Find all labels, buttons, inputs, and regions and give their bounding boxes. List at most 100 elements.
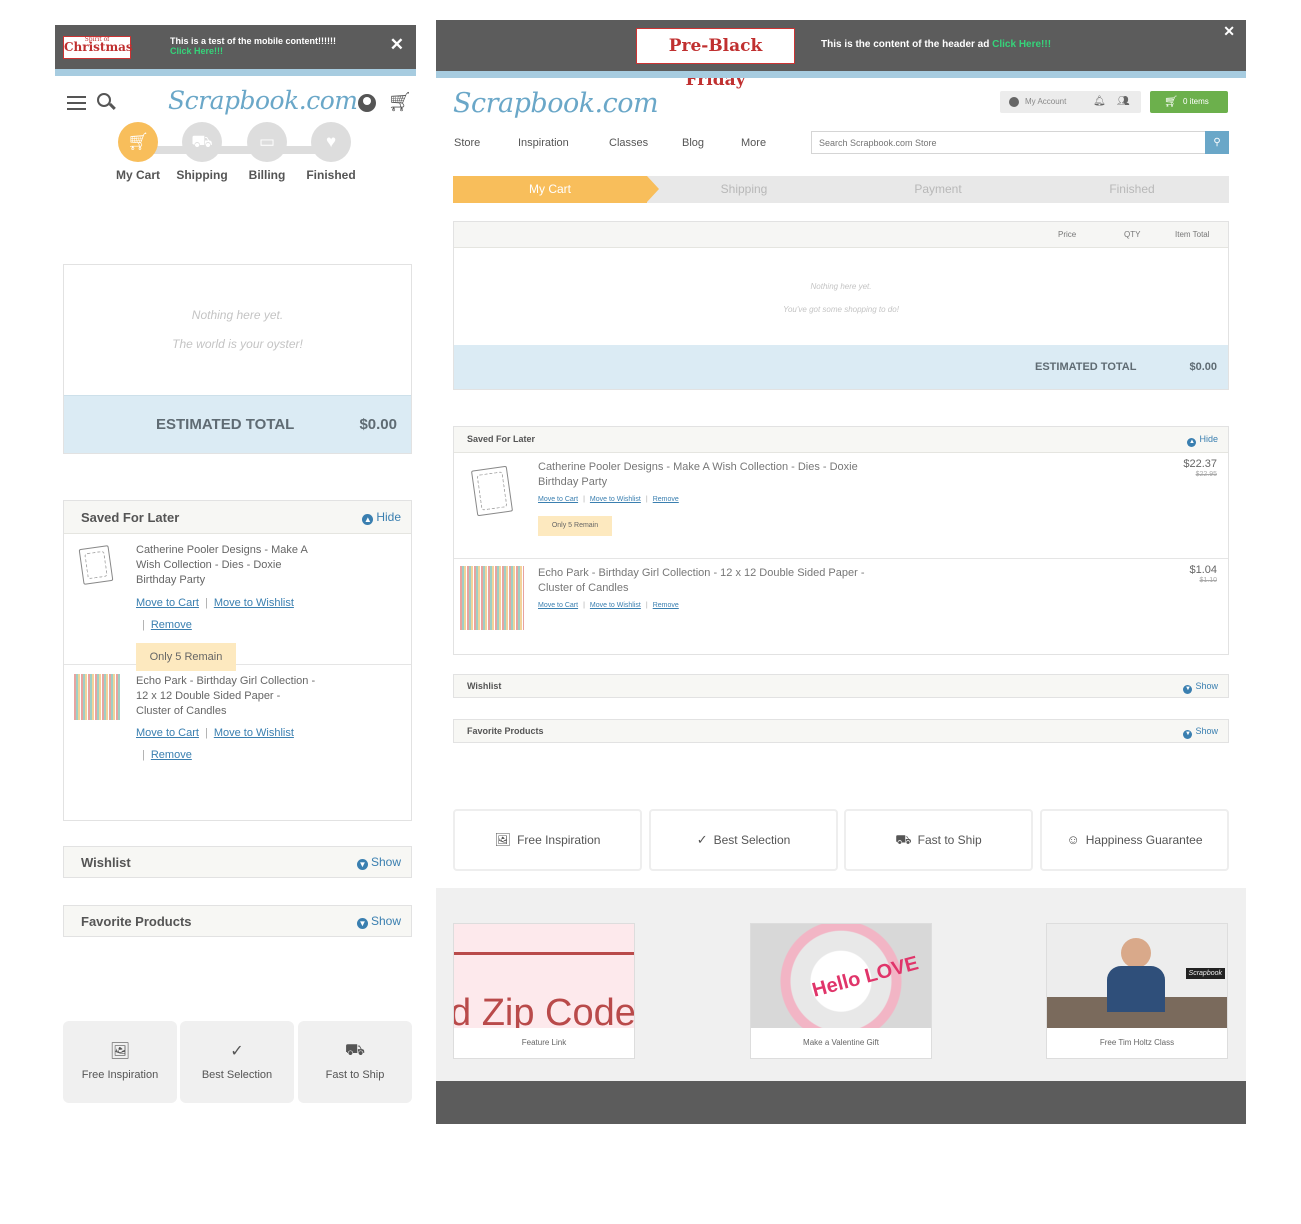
mobile-ad-text: This is a test of the mobile content!!!!… [170, 36, 336, 56]
show-toggle[interactable]: ▼ Show [356, 914, 401, 929]
christmas-ad-logo[interactable]: Spirit of Christmas [63, 36, 133, 59]
step-shipping: ⛟ Shipping [172, 122, 232, 182]
total-value: $0.00 [359, 416, 397, 433]
ad-link[interactable]: Click Here!!! [992, 39, 1051, 50]
product-name[interactable]: Echo Park - Birthday Girl Collection - 1… [136, 674, 316, 719]
truck-icon: ⛟ [344, 1042, 366, 1059]
nav-classes[interactable]: Classes [609, 137, 648, 149]
hamburger-menu-icon[interactable] [67, 96, 86, 114]
column-qty: QTY [1124, 230, 1141, 239]
feature-fast-to-ship[interactable]: ⛟ Fast to Ship [298, 1021, 412, 1103]
feature-fast-to-ship[interactable]: ⛟ Fast to Ship [844, 809, 1033, 871]
move-to-cart-link[interactable]: Move to Cart [136, 727, 199, 739]
toggle-label: Show [1195, 681, 1218, 691]
step-my-cart: 🛒︎ My Cart [108, 122, 168, 182]
hide-toggle[interactable]: ▲ Hide [362, 510, 401, 525]
cart-icon: 🛒︎ [118, 122, 158, 162]
toggle-label: Show [370, 914, 401, 928]
product-name[interactable]: Catherine Pooler Designs - Make A Wish C… [136, 543, 316, 588]
section-title: Saved For Later [81, 510, 180, 525]
stripe [436, 71, 1246, 78]
wishlist-header: Wishlist ▼ Show [454, 675, 1228, 697]
list-item: Catherine Pooler Designs - Make A Wish C… [454, 454, 1228, 559]
cart-table-header: Price QTY Item Total [454, 222, 1228, 248]
remove-link[interactable]: Remove [653, 602, 679, 609]
move-to-cart-link[interactable]: Move to Cart [136, 597, 199, 609]
user-icon [1009, 97, 1019, 107]
bell-icon[interactable]: 🔔︎ [1093, 91, 1106, 113]
cart-icon: 🛒︎ [1164, 96, 1178, 108]
product-thumbnail[interactable] [470, 465, 514, 517]
feature-free-inspiration[interactable]: 🖼︎ Free Inspiration [453, 809, 642, 871]
show-toggle[interactable]: ▼ Show [356, 855, 401, 870]
product-thumbnail[interactable] [78, 545, 114, 585]
feature-free-inspiration[interactable]: 🖼︎ Free Inspiration [63, 1021, 177, 1103]
favorite-products-panel: Favorite Products ▼ Show [63, 905, 412, 937]
cart-button[interactable]: 🛒︎ 0 items [1150, 91, 1228, 113]
nav-store[interactable]: Store [454, 137, 480, 149]
search-input[interactable] [812, 132, 1202, 153]
saved-for-later-header: Saved For Later ▲ Hide [64, 501, 411, 534]
move-to-wishlist-link[interactable]: Move to Wishlist [590, 602, 641, 609]
saved-for-later-panel: Saved For Later ▲ Hide Catherine Pooler D… [63, 500, 412, 821]
arrow-up-icon: ▲ [362, 514, 374, 525]
feature-best-selection[interactable]: ✓ Best Selection [180, 1021, 294, 1103]
move-to-wishlist-link[interactable]: Move to Wishlist [214, 727, 294, 739]
empty-cart-submessage: You've got some shopping to do! [783, 305, 899, 314]
site-logo[interactable]: Scrapbook.com [168, 86, 358, 115]
people-icon[interactable]: 👥︎ [1117, 91, 1130, 113]
image-gallery-icon: 🖼︎ [494, 832, 512, 847]
promo-card-feature-link[interactable]: d Zip Code Feature Link [453, 923, 635, 1059]
feature-label: Fast to Ship [325, 1069, 385, 1081]
feature-best-selection[interactable]: ✓ Best Selection [649, 809, 838, 871]
stripe [55, 69, 416, 76]
nav-more[interactable]: More [741, 137, 766, 149]
remove-link[interactable]: Remove [151, 619, 192, 631]
product-thumbnail[interactable] [74, 674, 120, 720]
product-thumbnail[interactable] [460, 566, 524, 630]
promo-card-valentine[interactable]: Hello LOVE Make a Valentine Gift [750, 923, 932, 1059]
remove-link[interactable]: Remove [151, 749, 192, 761]
toggle-label: Hide [1199, 434, 1218, 444]
feature-happiness-guarantee[interactable]: ☺ Happiness Guarantee [1040, 809, 1229, 871]
site-logo[interactable]: Scrapbook.com [453, 88, 659, 119]
saved-for-later-panel: Saved For Later ▲ Hide Catherine Pooler D… [453, 426, 1229, 655]
promo-card-tim-holtz[interactable]: Scrapbook Free Tim Holtz Class [1046, 923, 1228, 1059]
check-icon: ✓ [230, 1043, 244, 1060]
desktop-header-ad: Pre-Black Friday This is the content of … [436, 20, 1246, 90]
close-icon[interactable]: ✕ [1223, 23, 1235, 40]
separator: | [583, 496, 585, 503]
hide-toggle[interactable]: ▲ Hide [1187, 434, 1218, 447]
section-title: Saved For Later [467, 434, 536, 444]
step-finished: ♥ Finished [301, 122, 361, 182]
show-toggle[interactable]: ▼ Show [1183, 726, 1218, 739]
show-toggle[interactable]: ▼ Show [1183, 681, 1218, 694]
promo-image: Hello LOVE [751, 924, 931, 1028]
close-icon[interactable]: ✕ [390, 35, 404, 55]
search-icon[interactable]: ⚲ [1205, 131, 1229, 154]
arrow-down-icon: ▼ [356, 859, 368, 870]
section-title: Wishlist [467, 681, 502, 691]
move-to-wishlist-link[interactable]: Move to Wishlist [214, 597, 294, 609]
product-name[interactable]: Echo Park - Birthday Girl Collection - 1… [538, 566, 898, 596]
heart-icon: ♥ [311, 122, 351, 162]
feature-label: Best Selection [713, 833, 791, 847]
nav-inspiration[interactable]: Inspiration [518, 137, 569, 149]
step-finished: Finished [1109, 182, 1155, 196]
separator: | [645, 602, 648, 609]
move-to-cart-link[interactable]: Move to Cart [538, 496, 578, 503]
section-title: Wishlist [81, 855, 131, 870]
black-friday-ad-logo[interactable]: Pre-Black Friday [636, 28, 795, 90]
ad-link[interactable]: Click Here!!! [170, 46, 336, 56]
user-icon[interactable] [358, 94, 376, 112]
my-account-link[interactable]: My Account [1025, 91, 1066, 113]
remove-link[interactable]: Remove [653, 496, 679, 503]
move-to-wishlist-link[interactable]: Move to Wishlist [590, 496, 641, 503]
nav-blog[interactable]: Blog [682, 137, 704, 149]
product-name[interactable]: Catherine Pooler Designs - Make A Wish C… [538, 460, 898, 490]
move-to-cart-link[interactable]: Move to Cart [538, 602, 578, 609]
promo-image-text: d Zip Code [454, 992, 634, 1028]
section-title: Favorite Products [467, 726, 544, 736]
search-icon[interactable] [97, 93, 111, 107]
cart-icon[interactable]: 🛒︎ [388, 93, 412, 112]
